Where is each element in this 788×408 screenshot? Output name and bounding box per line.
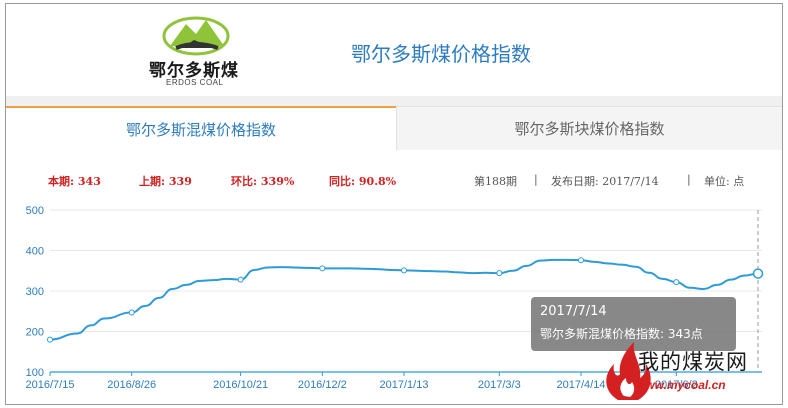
app-frame: 鄂尔多斯煤 ERDOS COAL 鄂尔多斯煤价格指数 鄂尔多斯混煤价格指数 鄂尔…	[5, 3, 783, 405]
data-point	[496, 270, 503, 277]
data-point	[47, 336, 53, 343]
x-tick-label: 2016/7/15	[26, 379, 75, 391]
y-tick-label: 300	[26, 286, 44, 298]
data-point	[401, 267, 407, 274]
data-point	[128, 309, 135, 316]
watermark-text: 我的煤炭网	[638, 350, 748, 374]
watermark-url: www.mycoal.cn	[636, 378, 726, 392]
tab-mixed-coal-index[interactable]: 鄂尔多斯混煤价格指数	[6, 106, 396, 150]
tab-lump-coal-index[interactable]: 鄂尔多斯块煤价格指数	[396, 106, 782, 150]
stat-yoy: 同比: 90.8%	[329, 175, 397, 188]
data-point	[578, 257, 584, 264]
separator: |	[687, 173, 691, 186]
y-tick-label: 400	[26, 246, 44, 258]
data-point	[237, 276, 244, 283]
x-tick-label: 2017/1/13	[380, 379, 429, 391]
page-header: 鄂尔多斯煤 ERDOS COAL 鄂尔多斯煤价格指数	[6, 4, 782, 96]
x-tick-label: 2017/3/3	[478, 379, 521, 391]
tooltip-date: 2017/7/14	[540, 304, 607, 319]
stat-current: 本期: 343	[48, 175, 101, 188]
data-point	[752, 268, 764, 279]
x-tick-label: 2016/8/26	[107, 379, 156, 391]
data-point	[319, 265, 326, 272]
issue-number: 第188期	[474, 175, 517, 188]
index-tabs: 鄂尔多斯混煤价格指数 鄂尔多斯块煤价格指数	[6, 106, 782, 150]
y-tick-label: 500	[26, 205, 44, 217]
release-date: 发布日期: 2017/7/14	[551, 175, 659, 188]
stat-previous: 上期: 339	[139, 175, 192, 188]
stats-bar: 本期: 343 上期: 339 环比: 339% 同比: 90.8% 第188期…	[6, 168, 782, 190]
y-tick-label: 200	[26, 327, 44, 339]
x-tick-label: 2016/10/21	[213, 379, 268, 391]
separator: |	[534, 173, 538, 186]
logo-subtext: ERDOS COAL	[166, 78, 224, 87]
unit-label: 单位: 点	[704, 175, 745, 188]
y-tick-label: 100	[26, 367, 44, 379]
data-point	[673, 279, 680, 286]
header-divider	[6, 96, 782, 106]
page-title: 鄂尔多斯煤价格指数	[351, 42, 531, 66]
x-tick-label: 2016/12/2	[298, 379, 347, 391]
stat-chain-ratio: 环比: 339%	[231, 175, 295, 188]
